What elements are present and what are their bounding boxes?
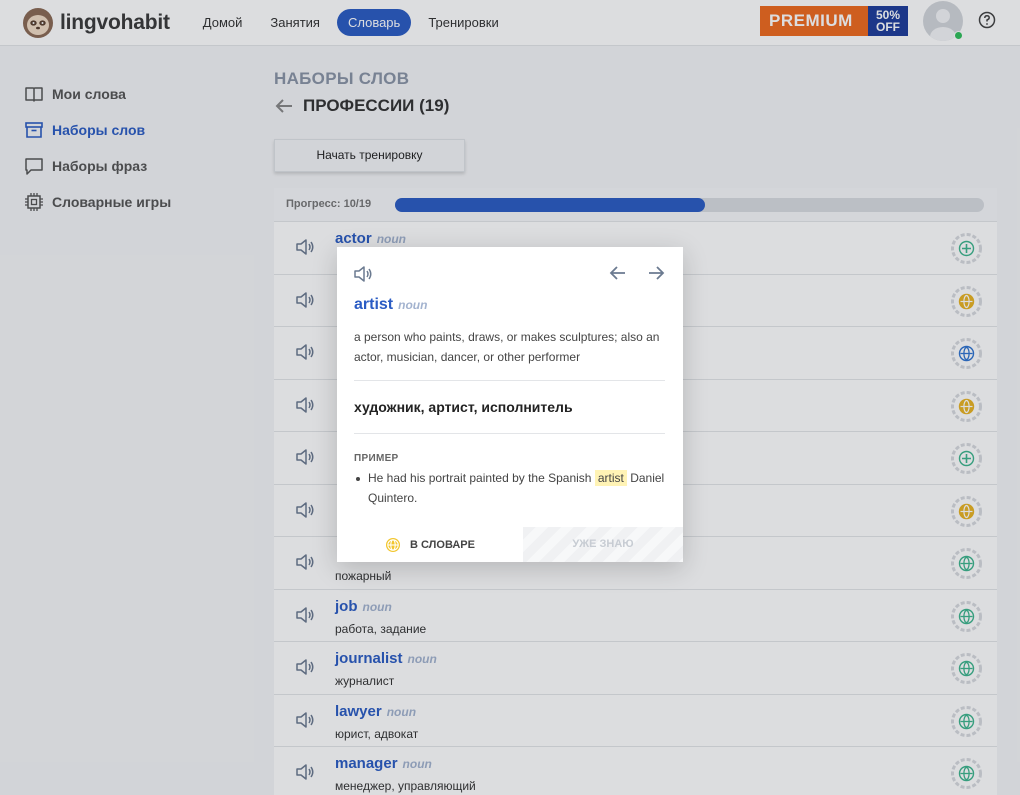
example-heading: ПРИМЕР	[354, 453, 399, 464]
divider	[354, 433, 665, 434]
next-arrow-icon[interactable]	[647, 264, 665, 282]
popup-word: artist noun	[354, 296, 427, 314]
popup-part-of-speech: noun	[398, 298, 428, 312]
popup-word-text: artist	[354, 296, 394, 313]
divider	[354, 380, 665, 381]
word-card-popup: artist noun a person who paints, draws, o…	[337, 247, 683, 562]
in-dictionary-button[interactable]: В СЛОВАРЕ	[337, 527, 523, 562]
bullet	[356, 477, 360, 481]
globe-icon	[386, 537, 401, 552]
example-before: He had his portrait painted by the Spani…	[368, 471, 592, 485]
in-dictionary-label: В СЛОВАРЕ	[410, 538, 475, 551]
prev-arrow-icon[interactable]	[609, 264, 627, 282]
popup-footer: В СЛОВАРЕ УЖЕ ЗНАЮ	[337, 527, 683, 562]
example-highlight: artist	[594, 470, 627, 486]
example-sentence: He had his portrait painted by the Spani…	[368, 468, 668, 508]
already-know-button[interactable]: УЖЕ ЗНАЮ	[523, 527, 683, 562]
popup-definition: a person who paints, draws, or makes scu…	[354, 330, 660, 364]
popup-translation: художник, артист, исполнитель	[354, 399, 573, 415]
speaker-icon[interactable]	[353, 265, 373, 283]
